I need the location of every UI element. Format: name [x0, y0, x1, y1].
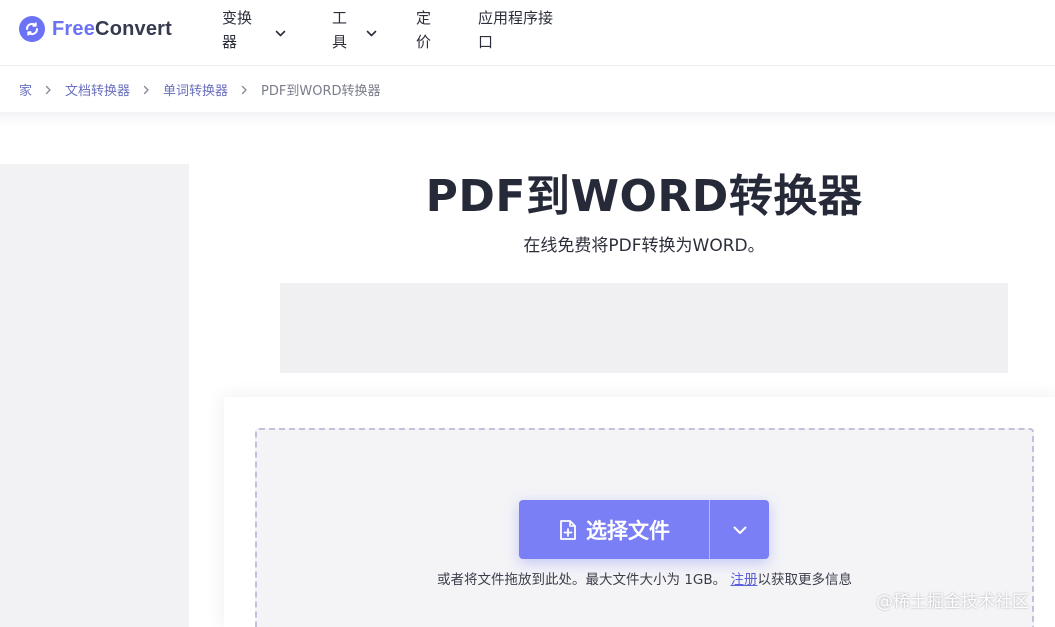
drop-hint-text: 或者将文件拖放到此处。最大文件大小为 1GB。: [437, 572, 727, 588]
page-title: PDF到WORD转换器: [425, 171, 863, 222]
chevron-right-icon: [143, 85, 150, 95]
watermark: @稀土掘金技术社区: [876, 592, 1029, 612]
left-ad-placeholder: [0, 164, 189, 627]
choose-files-label: 选择文件: [586, 518, 670, 543]
nav-converter-label-1: 变换: [222, 9, 253, 27]
nav-converter-menu[interactable]: 变换 器: [222, 6, 286, 54]
nav-tools-menu[interactable]: 工 具: [332, 6, 377, 54]
breadcrumb-word-converter[interactable]: 单词转换器: [163, 80, 228, 99]
drop-hint: 或者将文件拖放到此处。最大文件大小为 1GB。 注册以获取更多信息: [255, 568, 1034, 588]
freeconvert-logo[interactable]: FreeConvert: [19, 16, 172, 42]
drop-hint-suffix: 以获取更多信息: [757, 572, 852, 588]
upload-source-dropdown[interactable]: [710, 500, 769, 559]
page-subtitle: 在线免费将PDF转换为WORD。: [523, 236, 765, 256]
breadcrumb-document-converter[interactable]: 文档转换器: [65, 80, 130, 99]
nav-api-link[interactable]: 应用程序接 口: [478, 6, 568, 54]
signup-link[interactable]: 注册: [730, 572, 757, 588]
breadcrumb-current: PDF到WORD转换器: [261, 84, 381, 99]
nav-tools-label-1: 工: [332, 9, 348, 27]
nav-pricing-label-1: 定: [416, 9, 432, 27]
chevron-right-icon: [45, 85, 52, 95]
refresh-circle-icon: [19, 16, 45, 42]
section-divider: [0, 112, 1055, 126]
nav-pricing-link[interactable]: 定 价: [416, 6, 440, 54]
ad-banner-placeholder: [280, 283, 1008, 373]
nav-tools-label-2: 具: [332, 33, 348, 51]
chevron-down-icon: [366, 21, 377, 45]
nav-api-label-2: 口: [478, 33, 494, 51]
chevron-right-icon: [241, 85, 248, 95]
chevron-down-icon: [733, 520, 747, 539]
choose-files-button[interactable]: 选择文件: [519, 500, 709, 559]
choose-files-button-group: 选择文件: [519, 500, 769, 559]
nav-api-label-1: 应用程序接: [478, 9, 554, 27]
logo-text-free: Free: [52, 17, 96, 40]
breadcrumb-home[interactable]: 家: [19, 80, 32, 99]
file-plus-icon: [558, 519, 578, 541]
breadcrumb: 家 文档转换器 单词转换器 PDF到WORD转换器: [19, 80, 381, 99]
logo-text-convert: Convert: [95, 17, 173, 40]
site-header: FreeConvert 变换 器 工 具 定 价 应用程序接 口: [0, 0, 1055, 66]
nav-converter-label-2: 器: [222, 33, 238, 51]
logo-text: FreeConvert: [52, 18, 172, 41]
nav-pricing-label-2: 价: [416, 33, 432, 51]
chevron-down-icon: [275, 21, 286, 45]
